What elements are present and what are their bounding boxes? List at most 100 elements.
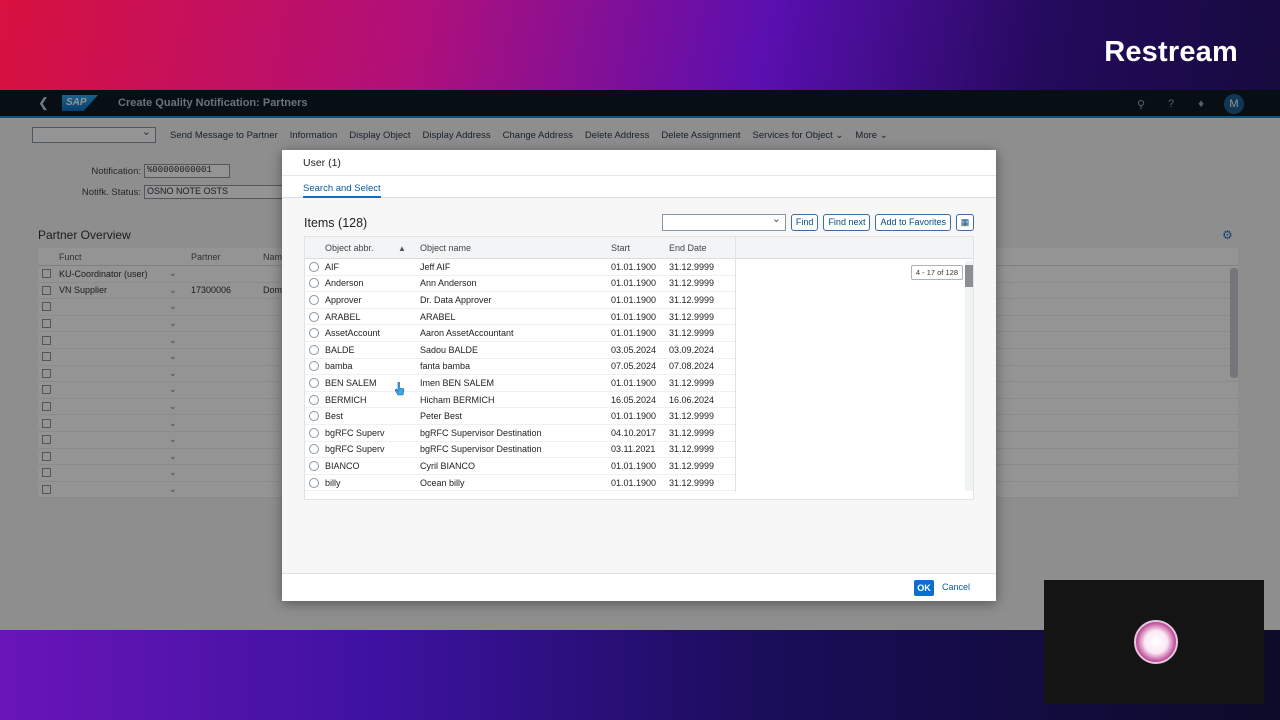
object-abbr-header: Object abbr. (325, 242, 374, 253)
dialog-tabs: Search and Select (282, 176, 996, 198)
object-name-cell: Dr. Data Approver (420, 294, 492, 305)
results-scroll-thumb[interactable] (965, 265, 973, 287)
object-name-cell: Hicham BERMICH (420, 394, 495, 405)
hand-cursor-icon (395, 382, 405, 396)
start-date-cell: 01.01.1900 (611, 477, 657, 488)
column-object-abbr[interactable]: Object abbr. ▲ (325, 243, 420, 253)
table-row[interactable]: ARABEL ARABEL 01.01.1900 31.12.9999 (305, 309, 735, 326)
object-name-header[interactable]: Object name (420, 243, 611, 253)
webcam-overlay (1044, 580, 1264, 704)
end-date-cell: 31.12.9999 (669, 294, 715, 305)
end-date-cell: 31.12.9999 (669, 261, 715, 272)
table-row[interactable]: Best Peter Best 01.01.1900 31.12.9999 (305, 408, 735, 425)
cancel-button[interactable]: Cancel (942, 582, 970, 592)
end-date-cell: 31.12.9999 (669, 460, 715, 471)
object-name-cell: Ocean billy (420, 477, 465, 488)
end-date-header[interactable]: End Date (669, 243, 731, 253)
results-table-body: AIF Jeff AIF 01.01.1900 31.12.9999 Anderson A… (305, 259, 973, 492)
row-radio-button[interactable] (309, 394, 319, 405)
row-radio-button[interactable] (309, 344, 319, 355)
dialog-title: User (1) (282, 150, 996, 176)
end-date-cell: 31.12.9999 (669, 411, 715, 422)
object-name-cell: Ann Anderson (420, 278, 477, 289)
sort-ascending-icon: ▲ (398, 243, 406, 253)
object-name-cell: Jeff AIF (420, 261, 451, 272)
column-divider (735, 237, 736, 492)
table-row[interactable]: AIF Jeff AIF 01.01.1900 31.12.9999 (305, 259, 735, 276)
row-radio-button[interactable] (309, 377, 319, 388)
object-name-cell: Peter Best (420, 411, 463, 422)
object-abbr-cell: ARABEL (325, 311, 361, 322)
results-scroll-track[interactable] (965, 261, 973, 491)
object-name-cell: Aaron AssetAccountant (420, 328, 514, 339)
object-abbr-cell: BIANCO (325, 460, 360, 471)
row-radio-button[interactable] (309, 311, 319, 322)
object-abbr-cell: AssetAccount (325, 328, 381, 339)
object-name-cell: bgRFC Supervisor Destination (420, 427, 542, 438)
row-radio-button[interactable] (309, 477, 319, 488)
end-date-cell: 07.08.2024 (669, 361, 715, 372)
row-radio-button[interactable] (309, 361, 319, 372)
add-to-favorites-button[interactable]: Add to Favorites (875, 214, 951, 231)
end-date-cell: 03.09.2024 (669, 344, 715, 355)
table-row[interactable]: BERMICH Hicham BERMICH 16.05.2024 16.06.202… (305, 392, 735, 409)
object-abbr-cell: Approver (325, 294, 362, 305)
row-radio-button[interactable] (309, 444, 319, 455)
find-button[interactable]: Find (790, 214, 819, 231)
object-name-cell: Imen BEN SALEM (420, 377, 495, 388)
table-row[interactable]: bamba fanta bamba 07.05.2024 07.08.2024 (305, 359, 735, 376)
table-row[interactable]: Anderson Ann Anderson 01.01.1900 31.12.9999 (305, 276, 735, 293)
end-date-cell: 31.12.9999 (669, 427, 715, 438)
ok-button[interactable]: OK (914, 580, 934, 596)
object-abbr-cell: Anderson (325, 278, 364, 289)
start-date-cell: 03.11.2021 (611, 444, 656, 455)
table-row[interactable]: BIANCO Cyril BIANCO 01.01.1900 31.12.9999 (305, 458, 735, 475)
object-abbr-cell: bgRFC Superv (325, 444, 385, 455)
row-radio-button[interactable] (309, 427, 319, 438)
row-radio-button[interactable] (309, 328, 319, 339)
tab-search-and-select[interactable]: Search and Select (303, 176, 381, 198)
row-radio-button[interactable] (309, 261, 319, 272)
find-next-button[interactable]: Find next (823, 214, 871, 231)
end-date-cell: 16.06.2024 (669, 394, 715, 405)
scroll-position-tooltip: 4 - 17 of 128 (910, 265, 963, 280)
end-date-cell: 31.12.9999 (669, 477, 715, 488)
object-name-cell: Sadou BALDE (420, 344, 479, 355)
start-date-cell: 01.01.1900 (611, 294, 657, 305)
end-date-cell: 31.12.9999 (669, 311, 715, 322)
row-radio-button[interactable] (309, 294, 319, 305)
object-abbr-cell: BALDE (325, 344, 355, 355)
start-date-cell: 04.10.2017 (611, 427, 657, 438)
table-row[interactable]: Approver Dr. Data Approver 01.01.1900 31.12… (305, 292, 735, 309)
object-abbr-cell: AIF (325, 261, 340, 272)
start-date-cell: 01.01.1900 (611, 328, 657, 339)
start-date-cell: 01.01.1900 (611, 311, 657, 322)
object-abbr-cell: BERMICH (325, 394, 367, 405)
table-row[interactable]: BEN SALEM Imen BEN SALEM 01.01.1900 31.12.9… (305, 375, 735, 392)
object-name-cell: bgRFC Supervisor Destination (420, 444, 542, 455)
results-table-header: Object abbr. ▲ Object name Start End Dat… (305, 237, 973, 259)
items-title: Items (128) (304, 216, 368, 230)
start-date-cell: 01.01.1900 (611, 411, 657, 422)
settings-icon[interactable]: ▦ (956, 214, 974, 231)
find-field-dropdown[interactable] (661, 212, 786, 231)
start-header[interactable]: Start (611, 243, 669, 253)
user-value-help-dialog: User (1) Search and Select Items (128) F… (282, 150, 996, 601)
object-abbr-cell: BEN SALEM (325, 377, 377, 388)
table-row[interactable]: billy Ocean billy 01.01.1900 31.12.9999 (305, 475, 735, 492)
object-abbr-cell: bamba (325, 361, 353, 372)
table-row[interactable]: BALDE Sadou BALDE 03.05.2024 03.09.2024 (305, 342, 735, 359)
row-radio-button[interactable] (309, 411, 319, 422)
table-row[interactable]: bgRFC Superv bgRFC Supervisor Destination… (305, 442, 735, 459)
end-date-cell: 31.12.9999 (669, 444, 715, 455)
start-date-cell: 01.01.1900 (611, 460, 657, 471)
table-row[interactable]: AssetAccount Aaron AssetAccountant 01.01.1… (305, 325, 735, 342)
object-abbr-cell: bgRFC Superv (325, 427, 385, 438)
dialog-footer: OK Cancel (282, 573, 996, 601)
table-row[interactable]: bgRFC Superv bgRFC Supervisor Destination… (305, 425, 735, 442)
row-radio-button[interactable] (309, 460, 319, 471)
row-radio-button[interactable] (309, 278, 319, 289)
restream-brand: Restream (1104, 36, 1238, 68)
user-results-table: Object abbr. ▲ Object name Start End Dat… (304, 236, 974, 500)
end-date-cell: 31.12.9999 (669, 278, 715, 289)
